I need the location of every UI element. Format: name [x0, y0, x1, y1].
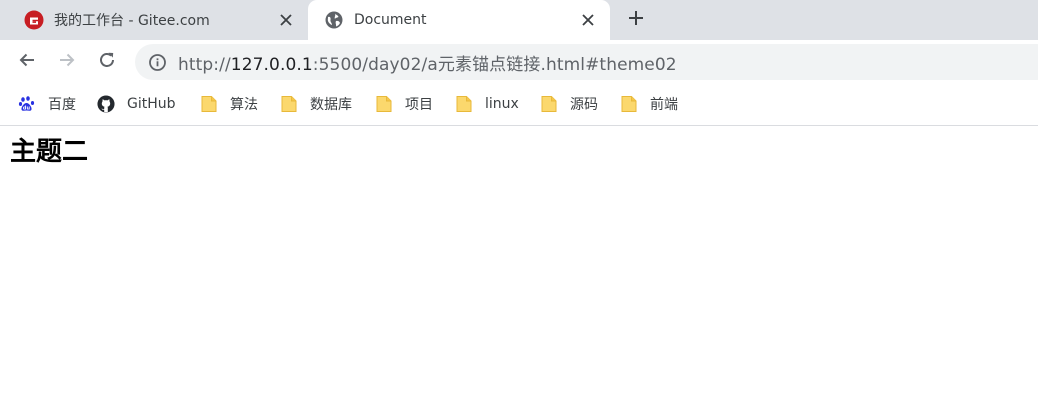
page-content: 主题二: [0, 126, 1038, 403]
bookmark-label: 数据库: [310, 97, 352, 113]
bookmark-label: GitHub: [127, 96, 176, 112]
bookmark-folder[interactable]: 算法: [200, 94, 258, 114]
folder-icon: [455, 95, 473, 113]
new-tab-button[interactable]: [622, 6, 650, 34]
bookmark-folder[interactable]: 源码: [540, 94, 598, 114]
arrow-right-icon: [58, 51, 76, 73]
url-path: :5500/day02/a元素锚点链接.html#theme02: [312, 54, 677, 75]
bookmark-label: 前端: [650, 97, 678, 113]
back-button[interactable]: [13, 48, 41, 76]
tab-document[interactable]: Document: [308, 0, 610, 40]
globe-icon: [324, 10, 344, 30]
bookmark-label: 源码: [570, 97, 598, 113]
bookmark-label: 项目: [405, 97, 433, 113]
folder-icon: [375, 95, 393, 113]
folder-icon: [620, 95, 638, 113]
toolbar: http://127.0.0.1:5500/day02/a元素锚点链接.html…: [0, 40, 1038, 84]
github-icon: [97, 95, 115, 113]
bookmark-folder[interactable]: 项目: [375, 94, 433, 114]
url-host: 127.0.0.1: [230, 54, 313, 75]
bookmark-label: 算法: [230, 97, 258, 113]
page-heading: 主题二: [10, 137, 89, 167]
arrow-left-icon: [18, 51, 36, 73]
url-text[interactable]: http://127.0.0.1:5500/day02/a元素锚点链接.html…: [178, 50, 677, 75]
bookmark-label: linux: [485, 96, 519, 112]
close-icon[interactable]: [578, 10, 598, 30]
bookmark-folder[interactable]: linux: [455, 94, 519, 114]
address-bar[interactable]: http://127.0.0.1:5500/day02/a元素锚点链接.html…: [135, 44, 1038, 80]
folder-icon: [540, 95, 558, 113]
url-scheme: http://: [178, 54, 231, 75]
bookmark-folder[interactable]: 数据库: [280, 94, 352, 114]
folder-icon: [280, 95, 298, 113]
tab-gitee[interactable]: 我的工作台 - Gitee.com: [0, 0, 308, 40]
tab-strip: 我的工作台 - Gitee.com Document: [0, 0, 1038, 40]
close-icon[interactable]: [276, 10, 296, 30]
gitee-logo-icon: [24, 10, 44, 30]
info-icon[interactable]: [148, 53, 166, 71]
bookmarks-bar: du 百度 GitHub 算法 数据库 项目 linux 源码 前端: [0, 84, 1038, 126]
bookmark-label: 百度: [48, 97, 76, 113]
tab-title: 我的工作台 - Gitee.com: [54, 13, 210, 29]
tab-title: Document: [354, 12, 427, 28]
folder-icon: [200, 95, 218, 113]
reload-icon: [98, 51, 116, 73]
bookmark-github[interactable]: GitHub: [97, 94, 176, 114]
bookmark-folder[interactable]: 前端: [620, 94, 678, 114]
plus-icon: [628, 10, 644, 30]
bookmark-baidu[interactable]: du 百度: [18, 94, 76, 114]
baidu-paw-icon: du: [18, 95, 36, 113]
forward-button[interactable]: [53, 48, 81, 76]
reload-button[interactable]: [93, 48, 121, 76]
svg-text:du: du: [23, 106, 31, 112]
